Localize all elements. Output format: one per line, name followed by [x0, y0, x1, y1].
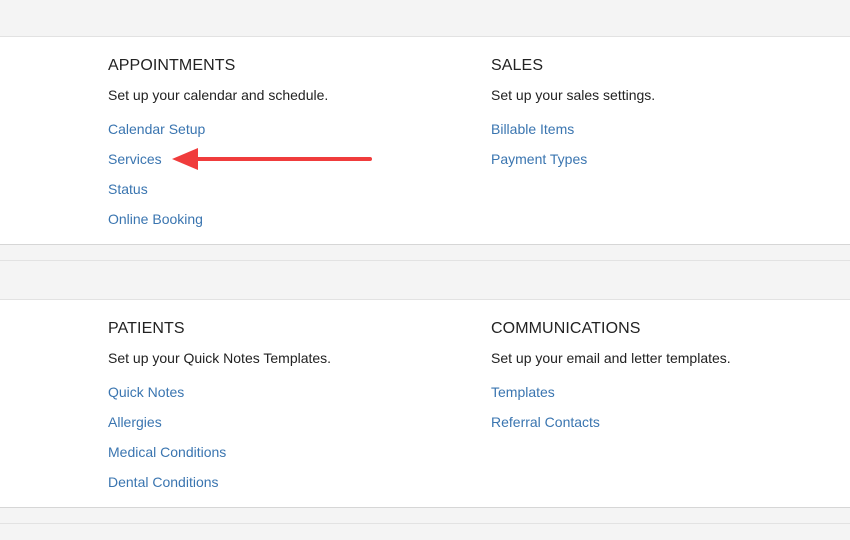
list-item: Templates	[491, 384, 600, 414]
billable-items-link[interactable]: Billable Items	[491, 121, 574, 137]
patients-description: Set up your Quick Notes Templates.	[108, 350, 332, 366]
allergies-link[interactable]: Allergies	[108, 414, 162, 430]
appointments-heading: APPOINTMENTS	[108, 57, 236, 74]
sales-heading: SALES	[491, 57, 544, 74]
templates-link[interactable]: Templates	[491, 384, 555, 400]
list-item: Payment Types	[491, 151, 587, 181]
communications-description: Set up your email and letter templates.	[491, 350, 731, 366]
settings-panel-bottom: PATIENTS Set up your Quick Notes Templat…	[0, 299, 850, 508]
communications-heading: COMMUNICATIONS	[491, 320, 641, 337]
dental-conditions-link[interactable]: Dental Conditions	[108, 474, 219, 490]
list-item: Online Booking	[108, 211, 205, 241]
appointments-description: Set up your calendar and schedule.	[108, 87, 329, 103]
list-item: Allergies	[108, 414, 226, 444]
online-booking-link[interactable]: Online Booking	[108, 211, 203, 227]
list-item: Quick Notes	[108, 384, 226, 414]
divider	[0, 523, 850, 524]
list-item: Status	[108, 181, 205, 211]
patients-heading: PATIENTS	[108, 320, 185, 337]
list-item: Billable Items	[491, 121, 587, 151]
list-item: Medical Conditions	[108, 444, 226, 474]
services-link[interactable]: Services	[108, 151, 162, 167]
list-item: Referral Contacts	[491, 414, 600, 444]
annotation-arrow-icon	[172, 148, 372, 170]
payment-types-link[interactable]: Payment Types	[491, 151, 587, 167]
calendar-setup-link[interactable]: Calendar Setup	[108, 121, 205, 137]
settings-panel-top: APPOINTMENTS Set up your calendar and sc…	[0, 36, 850, 245]
sales-description: Set up your sales settings.	[491, 87, 656, 103]
status-link[interactable]: Status	[108, 181, 148, 197]
sales-links: Billable Items Payment Types	[491, 121, 587, 181]
communications-links: Templates Referral Contacts	[491, 384, 600, 444]
quick-notes-link[interactable]: Quick Notes	[108, 384, 184, 400]
referral-contacts-link[interactable]: Referral Contacts	[491, 414, 600, 430]
list-item: Dental Conditions	[108, 474, 226, 504]
patients-links: Quick Notes Allergies Medical Conditions…	[108, 384, 226, 504]
appointments-links: Calendar Setup Services Status Online Bo…	[108, 121, 205, 241]
medical-conditions-link[interactable]: Medical Conditions	[108, 444, 226, 460]
divider	[0, 260, 850, 261]
